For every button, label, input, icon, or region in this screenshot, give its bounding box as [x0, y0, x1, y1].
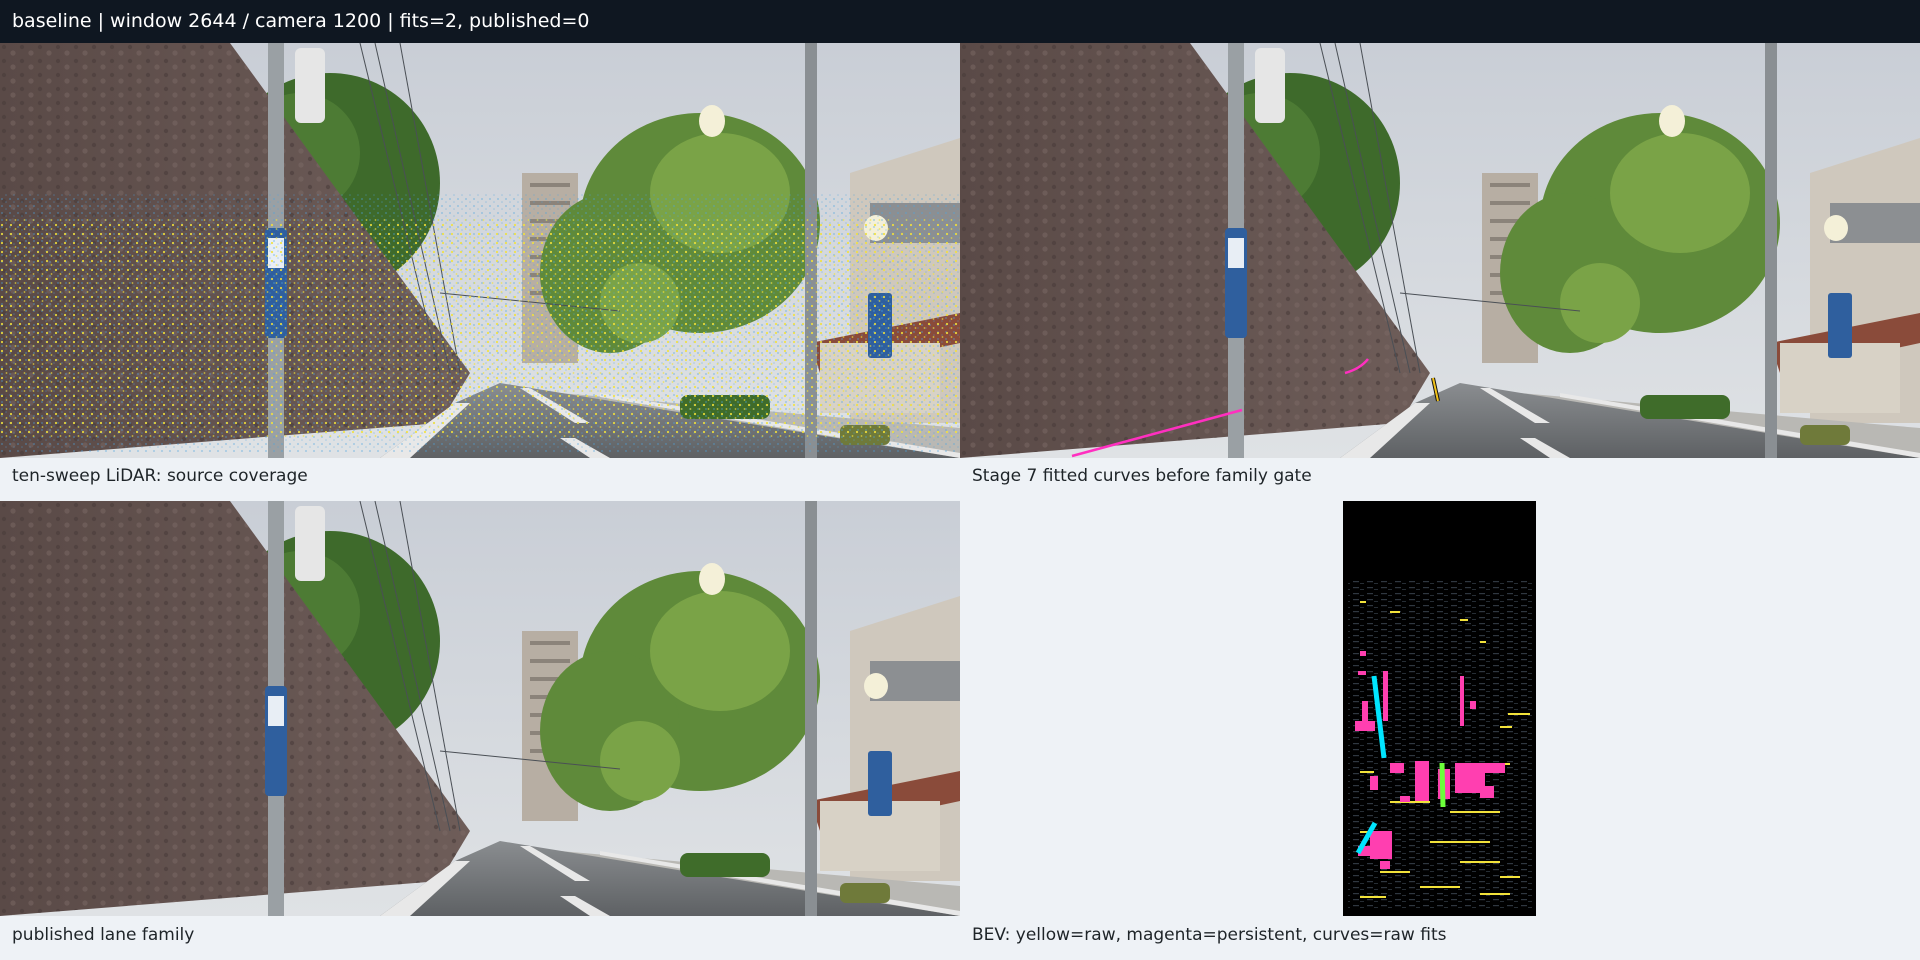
bev-fit-curve-green	[1439, 762, 1446, 808]
lidar-coverage-panel	[0, 43, 960, 458]
stage7-curves-caption: Stage 7 fitted curves before family gate	[972, 466, 1312, 486]
status-bar: baseline | window 2644 / camera 1200 | f…	[0, 0, 1920, 43]
lidar-coverage-caption: ten-sweep LiDAR: source coverage	[12, 466, 308, 486]
published-lanes-image	[0, 501, 960, 916]
bev-caption: BEV: yellow=raw, magenta=persistent, cur…	[972, 925, 1447, 945]
status-text: baseline | window 2644 / camera 1200 | f…	[12, 10, 590, 32]
stage7-curves-image	[960, 43, 1920, 458]
published-lanes-caption: published lane family	[12, 925, 195, 945]
bev-panel	[960, 501, 1920, 916]
published-lanes-panel	[0, 501, 960, 916]
stage7-curves-panel	[960, 43, 1920, 458]
lidar-coverage-image	[0, 43, 960, 458]
bev-image	[960, 501, 1920, 916]
